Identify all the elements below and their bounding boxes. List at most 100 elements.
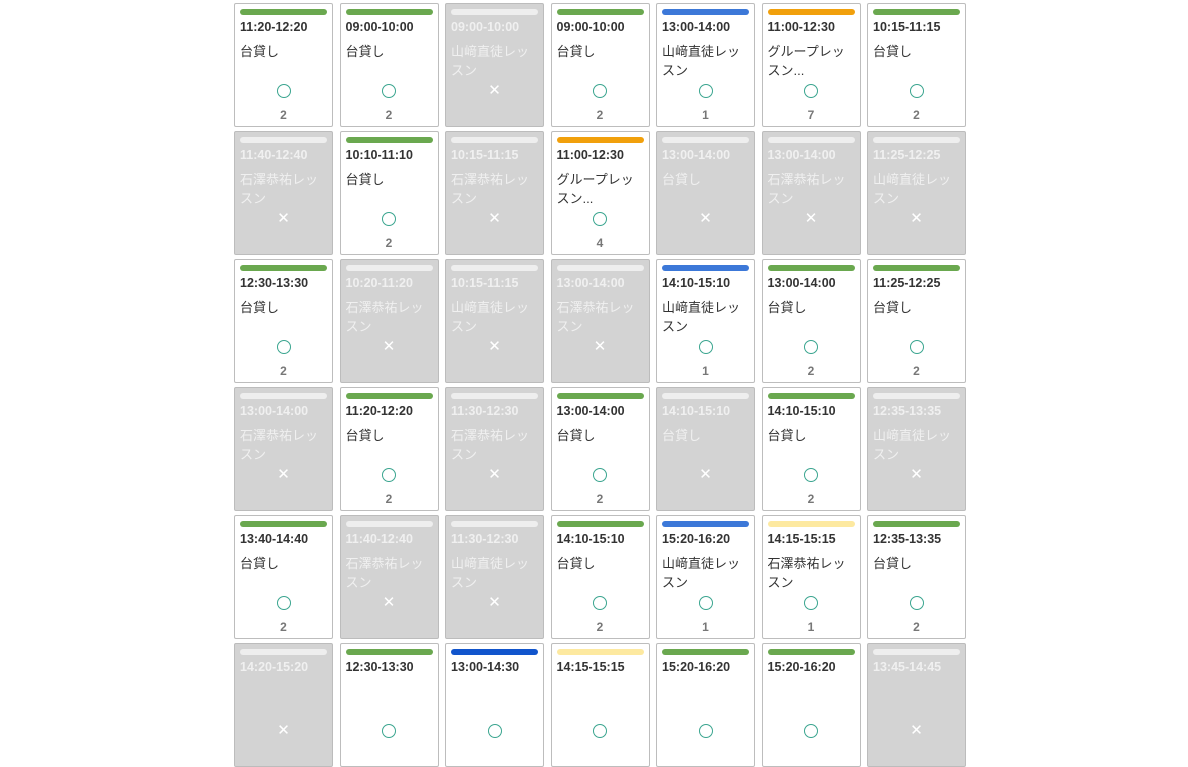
unavailable-cross-icon: ✕ <box>593 338 607 355</box>
schedule-slot[interactable]: 09:00-10:00 台貸し 2 <box>550 3 650 127</box>
available-circle-icon <box>593 468 607 482</box>
schedule-slot[interactable]: 11:20-12:20 台貸し 2 <box>339 387 439 511</box>
schedule-grid: 11:20-12:20 台貸し 2 09:00-10:00 台貸し 2 09:00-10:0… <box>234 3 966 767</box>
slot-status-mark: ✕ <box>868 466 965 484</box>
schedule-slot[interactable]: 14:15-15:15 <box>550 643 650 767</box>
schedule-slot[interactable]: 13:40-14:40 台貸し 2 <box>234 515 333 639</box>
schedule-slot[interactable]: 13:00-14:30 <box>445 643 544 767</box>
slot-remaining-count: 4 <box>596 236 604 250</box>
slot-status-mark <box>552 722 649 740</box>
schedule-slot[interactable]: 15:20-16:20 山﨑直徒レッスン 1 <box>656 515 755 639</box>
schedule-slot[interactable]: 11:00-12:30 グループレッスン... 4 <box>550 131 650 255</box>
slot-status-mark <box>552 210 649 228</box>
slot-status-mark: ✕ <box>657 210 754 228</box>
slot-color-bar <box>240 9 327 15</box>
slot-remaining-count: 1 <box>702 364 709 378</box>
slot-lesson-name: 台貸し <box>873 44 913 59</box>
schedule-slot: 10:15-11:15 石澤恭祐レッスン ✕ <box>445 131 544 255</box>
slot-lesson-name: 山﨑直徒レッスン <box>662 300 741 334</box>
slot-lesson-name: 山﨑直徒レッスン <box>451 44 530 78</box>
slot-color-bar <box>767 521 855 527</box>
available-circle-icon <box>804 724 818 738</box>
slot-lesson-name: 台貸し <box>240 44 280 59</box>
slot-color-bar <box>240 649 327 655</box>
slot-time: 10:10-11:10 <box>345 148 413 162</box>
schedule-slot[interactable]: 14:10-15:10 山﨑直徒レッスン 1 <box>656 259 755 383</box>
available-circle-icon <box>382 724 396 738</box>
slot-status-mark <box>657 722 754 740</box>
available-circle-icon <box>698 84 713 98</box>
slot-lesson-name: 山﨑直徒レッスン <box>451 300 530 334</box>
schedule-slot[interactable]: 11:25-12:25 台貸し 2 <box>867 259 966 383</box>
slot-remaining-count: 2 <box>913 620 920 634</box>
slot-status-mark: ✕ <box>446 466 543 484</box>
slot-color-bar <box>556 265 644 271</box>
unavailable-cross-icon: ✕ <box>488 338 501 355</box>
unavailable-cross-icon: ✕ <box>910 210 923 227</box>
slot-time: 11:25-12:25 <box>873 148 941 162</box>
slot-status-mark <box>235 82 332 100</box>
schedule-slot[interactable]: 13:00-14:00 台貸し 2 <box>550 387 650 511</box>
schedule-slot[interactable]: 12:30-13:30 台貸し 2 <box>234 259 333 383</box>
schedule-slot: 11:30-12:30 石澤恭祐レッスン ✕ <box>445 387 544 511</box>
slot-time: 13:00-14:00 <box>240 404 309 418</box>
unavailable-cross-icon: ✕ <box>910 466 923 483</box>
schedule-slot[interactable]: 14:10-15:10 台貸し 2 <box>550 515 650 639</box>
slot-color-bar <box>556 393 644 399</box>
schedule-slot[interactable]: 13:00-14:00 山﨑直徒レッスン 1 <box>656 3 755 127</box>
schedule-slot: 11:40-12:40 石澤恭祐レッスン ✕ <box>234 131 333 255</box>
slot-color-bar <box>873 393 960 399</box>
available-circle-icon <box>909 340 924 354</box>
slot-remaining-count: 1 <box>807 620 815 634</box>
slot-status-mark <box>763 594 860 612</box>
slot-time: 11:40-12:40 <box>345 532 413 546</box>
slot-time: 11:30-12:30 <box>451 404 519 418</box>
schedule-slot[interactable]: 14:15-15:15 石澤恭祐レッスン 1 <box>761 515 861 639</box>
slot-status-mark: ✕ <box>763 210 860 228</box>
slot-time: 13:00-14:00 <box>556 276 625 290</box>
slot-color-bar <box>451 9 538 15</box>
slot-lesson-name: 台貸し <box>240 300 280 315</box>
slot-remaining-count: 2 <box>807 492 815 506</box>
slot-color-bar <box>662 521 749 527</box>
schedule-slot[interactable]: 14:10-15:10 台貸し 2 <box>761 387 861 511</box>
slot-color-bar <box>556 649 644 655</box>
slot-color-bar <box>451 265 538 271</box>
schedule-slot[interactable]: 12:30-13:30 <box>339 643 439 767</box>
slot-status-mark: ✕ <box>446 594 543 612</box>
unavailable-cross-icon: ✕ <box>382 338 396 355</box>
slot-lesson-name: 台貸し <box>556 44 596 59</box>
schedule-slot[interactable]: 13:00-14:00 台貸し 2 <box>761 259 861 383</box>
slot-status-mark <box>235 338 332 356</box>
slot-time: 11:00-12:30 <box>556 148 624 162</box>
schedule-slot[interactable]: 15:20-16:20 <box>656 643 755 767</box>
slot-remaining-count: 2 <box>385 108 393 122</box>
schedule-slot[interactable]: 10:10-11:10 台貸し 2 <box>339 131 439 255</box>
slot-color-bar <box>556 9 644 15</box>
schedule-slot: 13:00-14:00 石澤恭祐レッスン ✕ <box>761 131 861 255</box>
slot-time: 10:15-11:15 <box>451 276 519 290</box>
slot-lesson-name: 山﨑直徒レッスン <box>662 556 741 590</box>
slot-lesson-name: 台貸し <box>345 44 385 59</box>
slot-time: 11:20-12:20 <box>240 20 308 34</box>
schedule-slot[interactable]: 12:35-13:35 台貸し 2 <box>867 515 966 639</box>
slot-time: 11:25-12:25 <box>873 276 941 290</box>
slot-status-mark: ✕ <box>446 82 543 100</box>
slot-status-mark <box>868 82 965 100</box>
slot-status-mark <box>868 338 965 356</box>
schedule-slot[interactable]: 11:00-12:30 グループレッスン... 7 <box>761 3 861 127</box>
slot-color-bar <box>240 137 327 143</box>
schedule-slot[interactable]: 09:00-10:00 台貸し 2 <box>339 3 439 127</box>
schedule-slot[interactable]: 10:15-11:15 台貸し 2 <box>867 3 966 127</box>
slot-time: 09:00-10:00 <box>451 20 520 34</box>
schedule-slot[interactable]: 11:20-12:20 台貸し 2 <box>234 3 333 127</box>
slot-color-bar <box>345 9 433 15</box>
slot-status-mark: ✕ <box>235 210 332 228</box>
schedule-slot[interactable]: 15:20-16:20 <box>761 643 861 767</box>
slot-remaining-count: 2 <box>913 108 920 122</box>
schedule-slot: 11:25-12:25 山﨑直徒レッスン ✕ <box>867 131 966 255</box>
schedule-slot: 10:20-11:20 石澤恭祐レッスン ✕ <box>339 259 439 383</box>
slot-color-bar <box>662 265 749 271</box>
slot-remaining-count: 7 <box>807 108 815 122</box>
slot-lesson-name: 石澤恭祐レッスン <box>240 172 319 206</box>
